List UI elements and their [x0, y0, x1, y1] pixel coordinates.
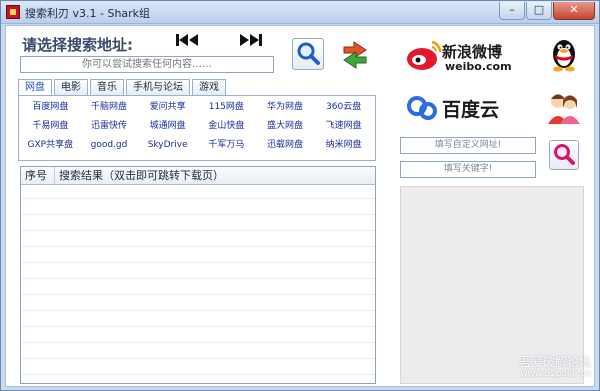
custom-search-button[interactable]: [549, 140, 579, 170]
site-link[interactable]: 迅雷快传: [80, 119, 139, 133]
keyword-field[interactable]: 填写关键字!: [400, 161, 536, 178]
site-link[interactable]: 盛大网盘: [256, 119, 315, 133]
tab-movies[interactable]: 电影: [54, 79, 88, 95]
app-icon: [6, 5, 20, 19]
magnifier-icon: [297, 42, 320, 65]
custom-url-field[interactable]: 填写自定义网址!: [400, 137, 536, 154]
svg-text:新浪微博: 新浪微博: [442, 43, 502, 61]
qq-penguin-icon[interactable]: [546, 36, 582, 72]
close-button[interactable]: ✕: [553, 2, 595, 20]
people-icon[interactable]: [546, 90, 582, 124]
svg-text:百度云: 百度云: [442, 98, 499, 121]
site-link[interactable]: SkyDrive: [138, 138, 197, 152]
site-link[interactable]: 金山快盘: [197, 119, 256, 133]
select-address-label: 请选择搜索地址:: [22, 36, 133, 54]
results-header: 序号 搜索结果（双击即可跳转下载页）: [21, 167, 375, 185]
results-list[interactable]: 序号 搜索结果（双击即可跳转下载页）: [20, 166, 376, 384]
watermark-text: 吾爱破解论坛: [518, 355, 591, 369]
app-window: 搜索利刃 v3.1 - Shark组 – □ ✕ 请选择搜索地址: 你可以尝试搜…: [0, 0, 600, 391]
site-link[interactable]: 飞速网盘: [314, 119, 373, 133]
site-link[interactable]: 百度网盘: [21, 100, 80, 114]
site-link[interactable]: GXP共享盘: [21, 138, 80, 152]
site-grid: 百度网盘 千脑网盘 爱问共享 115网盘 华为网盘 360云盘 千易网盘 迅雷快…: [21, 100, 373, 152]
site-link[interactable]: 千脑网盘: [80, 100, 139, 114]
minimize-button[interactable]: –: [499, 2, 525, 20]
site-link[interactable]: 迅载网盘: [256, 138, 315, 152]
tab-netdisk[interactable]: 网盘: [18, 79, 52, 96]
watermark: 吾爱破解论坛 www.52pojie.cn: [491, 353, 591, 379]
column-header-result[interactable]: 搜索结果（双击即可跳转下载页）: [55, 167, 375, 184]
title-bar[interactable]: 搜索利刃 v3.1 - Shark组 – □ ✕: [1, 1, 599, 24]
tab-games[interactable]: 游戏: [192, 79, 226, 95]
tab-music[interactable]: 音乐: [90, 79, 124, 95]
watermark-url: www.52pojie.cn: [520, 369, 591, 379]
swap-arrows-icon: [343, 41, 367, 69]
magnifier-icon: [554, 144, 575, 165]
site-link[interactable]: 城通网盘: [138, 119, 197, 133]
skip-back-icon[interactable]: [174, 32, 200, 48]
search-button[interactable]: [292, 38, 324, 70]
maximize-button[interactable]: □: [526, 2, 552, 20]
svg-text:weibo.com: weibo.com: [445, 60, 512, 73]
site-link[interactable]: good.gd: [80, 138, 139, 152]
baidu-cloud-logo[interactable]: 百度云: [404, 90, 522, 126]
site-link[interactable]: 纳米网盘: [314, 138, 373, 152]
client-area: 请选择搜索地址: 你可以尝试搜索任何内容…… 新浪微博 weibo.com 百度…: [5, 25, 595, 387]
site-link[interactable]: 爱问共享: [138, 100, 197, 114]
category-tabs: 网盘 电影 音乐 手机与论坛 游戏: [18, 79, 228, 96]
site-link[interactable]: 华为网盘: [256, 100, 315, 114]
site-link[interactable]: 千易网盘: [21, 119, 80, 133]
column-header-index[interactable]: 序号: [21, 167, 55, 184]
skip-forward-icon[interactable]: [238, 32, 264, 48]
tab-mobile-forum[interactable]: 手机与论坛: [126, 79, 190, 95]
site-link[interactable]: 115网盘: [197, 100, 256, 114]
search-input[interactable]: [20, 56, 274, 73]
window-title: 搜索利刃 v3.1 - Shark组: [25, 7, 151, 20]
weibo-logo[interactable]: 新浪微博 weibo.com: [402, 36, 522, 76]
window-controls: – □ ✕: [498, 2, 595, 20]
netdisk-panel: 百度网盘 千脑网盘 爱问共享 115网盘 华为网盘 360云盘 千易网盘 迅雷快…: [18, 95, 376, 161]
refresh-button[interactable]: [340, 40, 370, 70]
site-link[interactable]: 360云盘: [314, 100, 373, 114]
site-link[interactable]: 千军万马: [197, 138, 256, 152]
